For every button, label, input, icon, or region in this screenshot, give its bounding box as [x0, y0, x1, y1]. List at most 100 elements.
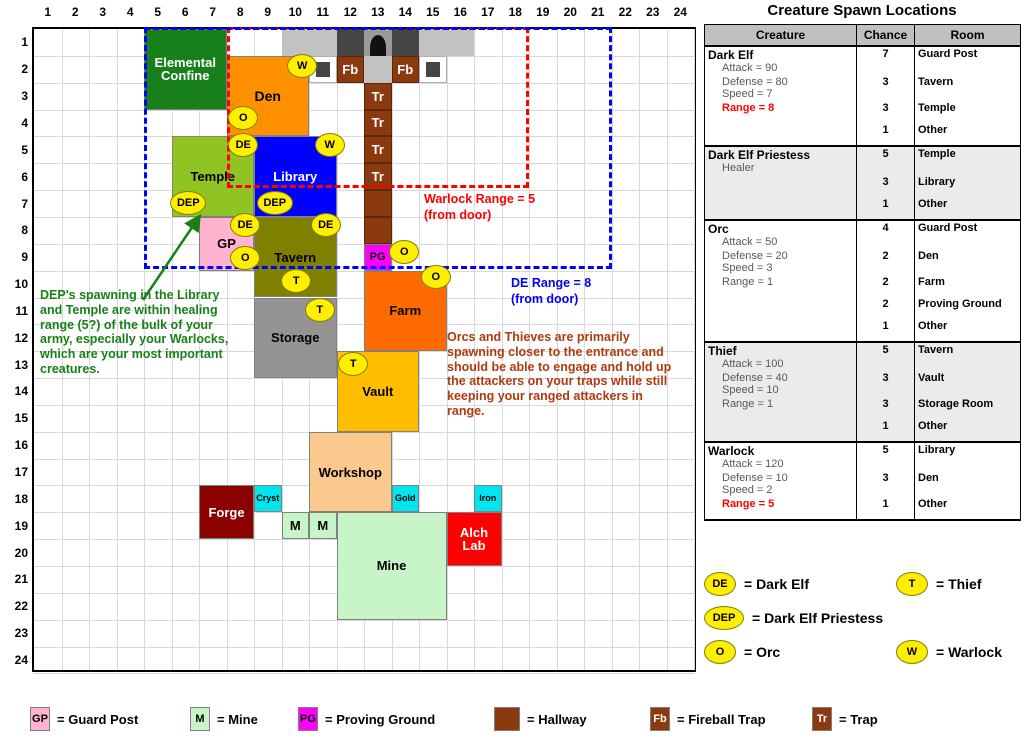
room-iron[interactable]: Iron [474, 485, 502, 513]
creature-key-item: W = Warlock [896, 640, 1002, 664]
room-mine[interactable]: Mine [336, 512, 447, 620]
room-forge[interactable]: Forge [199, 485, 254, 540]
creature-token-o[interactable]: O [228, 105, 259, 130]
table-row: Dark Elf Priestess Healer 5 Temple [704, 145, 1021, 175]
outer-corridor-tile [281, 29, 337, 56]
legend-item: PG = Proving Ground [298, 707, 435, 731]
grid-line-horizontal [34, 619, 694, 621]
table-row: Dark Elf Attack = 90 7 Guard Post [704, 45, 1021, 75]
cell-room: Den [914, 249, 1021, 275]
key-label: = Dark Elf Priestess [752, 610, 884, 626]
cell-creature [704, 319, 857, 342]
room-label: Elemental Confine [154, 55, 216, 84]
creature-stat: Range = 1 [722, 398, 774, 410]
creature-token-t[interactable]: T [338, 351, 369, 376]
row-label: 15 [14, 411, 28, 426]
room-mine-b[interactable]: M [309, 512, 337, 540]
legend-swatch [494, 707, 520, 731]
table-row: 3 Library [704, 175, 1021, 197]
row-label: 19 [14, 518, 28, 533]
room-label: Library [273, 169, 318, 185]
row-label: 22 [14, 599, 28, 614]
creature-stat: Range = 8 [722, 102, 775, 114]
cell-chance: 5 [856, 441, 915, 471]
cell-room: Den [914, 471, 1021, 497]
header-creature: Creature [704, 24, 857, 47]
row-label: 11 [15, 303, 28, 318]
annotation-warlock-range-l2: (from door) [424, 208, 492, 222]
hallway-tile [364, 190, 392, 217]
column-label: 24 [673, 5, 687, 19]
cell-room: Temple [914, 145, 1021, 175]
cell-creature [704, 175, 857, 197]
room-alchemy-lab[interactable]: Alch Lab [446, 512, 502, 566]
column-label: 4 [126, 5, 134, 19]
room-elemental-confine[interactable]: Elemental Confine [144, 29, 227, 110]
cell-room: Tavern [914, 75, 1021, 101]
cell-chance: 5 [856, 341, 915, 371]
legend-label: = Hallway [527, 711, 587, 727]
cell-chance: 1 [856, 123, 915, 146]
grid-line-horizontal [34, 646, 694, 648]
table-row: Defense = 80 Speed = 7 3 Tavern [704, 75, 1021, 101]
legend-item: Tr = Trap [812, 707, 878, 731]
creature-key-item: DEP = Dark Elf Priestess [704, 606, 883, 630]
creature-stat: Defense = 40 [722, 372, 788, 384]
column-label: 12 [343, 5, 357, 19]
table-row: 2 Proving Ground [704, 297, 1021, 319]
row-label: 4 [21, 115, 28, 130]
outer-wall-tile [391, 29, 419, 56]
table-row: Range = 5 1 Other [704, 497, 1021, 521]
legend-label: = Fireball Trap [677, 711, 766, 727]
annotation-dep-healing: DEP's spawning in the Library and Temple… [40, 288, 229, 376]
table-header-row: Creature Chance Room [704, 24, 1021, 47]
column-label: 9 [264, 5, 272, 19]
spawn-panel: Creature Spawn Locations Creature Chance… [700, 0, 1024, 695]
column-label: 7 [209, 5, 217, 19]
trap-tile: Tr [364, 109, 392, 137]
creature-token-o[interactable]: O [420, 265, 451, 290]
legend-swatch: Tr [812, 707, 832, 731]
room-proving-ground[interactable]: PG [364, 243, 392, 271]
legend-label: = Proving Ground [325, 711, 436, 727]
creature-token-de[interactable]: DE [228, 132, 259, 157]
trap-tile: Tr [364, 82, 392, 110]
fireball-trap: Fb [336, 55, 364, 83]
creature-token-dep[interactable]: DEP [256, 190, 293, 215]
room-label: Farm [389, 303, 422, 319]
creature-token-w[interactable]: W [314, 132, 345, 157]
cell-creature: Defense = 40 Speed = 10 [704, 371, 857, 397]
trap-tile: Tr [364, 136, 392, 164]
room-mine-a[interactable]: M [281, 512, 309, 540]
cell-chance: 1 [856, 419, 915, 442]
key-label: = Warlock [936, 644, 1003, 660]
cell-creature: Orc Attack = 50 [704, 219, 857, 249]
cell-chance: 5 [856, 145, 915, 175]
creature-token-t[interactable]: T [304, 297, 335, 322]
column-label: 22 [618, 5, 632, 19]
entrance-corridor-tile [364, 55, 392, 83]
room-crystal[interactable]: Cryst [254, 485, 282, 513]
cell-room: Other [914, 123, 1021, 146]
creature-name: Dark Elf Priestess [708, 148, 811, 162]
creature-token-dep[interactable]: DEP [170, 190, 207, 215]
creature-stat: Attack = 50 [722, 236, 778, 248]
table-row: 1 Other [704, 197, 1021, 220]
outer-corridor-tile [419, 29, 474, 56]
cell-creature [704, 297, 857, 319]
cell-creature: Warlock Attack = 120 [704, 441, 857, 471]
column-label: 6 [181, 5, 189, 19]
dungeon-entrance-door[interactable] [364, 29, 392, 56]
cell-chance: 3 [856, 471, 915, 497]
cell-creature: Dark Elf Priestess Healer [704, 145, 857, 175]
room-workshop[interactable]: Workshop [309, 431, 392, 513]
creature-key-item: T = Thief [896, 572, 982, 596]
table-row: Warlock Attack = 120 5 Library [704, 441, 1021, 471]
room-gold[interactable]: Gold [391, 485, 419, 513]
row-label: 7 [21, 196, 28, 211]
row-label: 18 [14, 491, 28, 506]
creature-stat: Defense = 80 [722, 76, 788, 88]
room-label: Den [254, 88, 281, 105]
row-label: 5 [21, 142, 28, 157]
annotation-warlock-range-l1: Warlock Range = 5 [424, 192, 536, 206]
